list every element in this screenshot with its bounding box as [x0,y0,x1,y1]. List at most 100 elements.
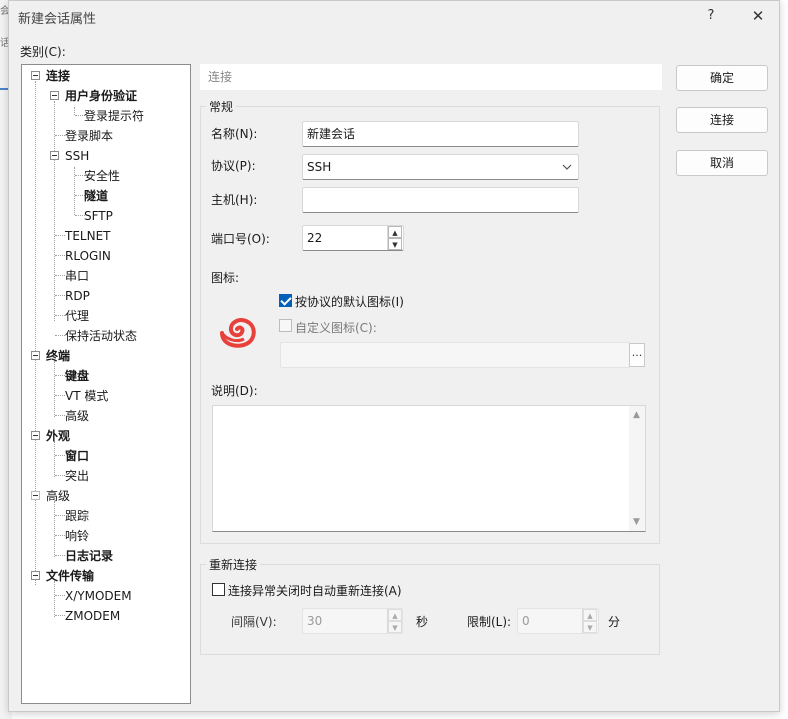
tree-item-login-prompt[interactable]: 登录提示符 [84,107,144,125]
tree-line [74,107,75,115]
port-label: 端口号(O): [211,232,270,246]
tree-collapse-icon[interactable] [31,351,40,360]
swirl-logo-icon [218,315,260,351]
section-title: 连接 [200,64,662,90]
tree-collapse-icon[interactable] [31,571,40,580]
general-group-title: 常规 [206,98,237,115]
tree-line [55,295,65,296]
tree-item-vt-mode[interactable]: VT 模式 [65,387,108,405]
interval-unit: 秒 [416,615,429,629]
interval-spinner[interactable]: ▲ ▼ [387,609,402,633]
tree-line [55,455,65,456]
cancel-button[interactable]: 取消 [676,150,768,176]
tree-item-trace[interactable]: 跟踪 [65,507,89,525]
limit-label: 限制(L): [467,615,512,629]
tree-line [55,255,65,256]
scroll-up-icon[interactable]: ▲ [633,410,640,420]
custom-icon-checkbox[interactable] [279,319,292,332]
tree-line [54,501,55,557]
spin-down-icon[interactable]: ▼ [388,238,402,250]
tree-line [55,615,65,616]
tree-item-advanced[interactable]: 高级 [46,487,70,505]
tree-item-appearance[interactable]: 外观 [46,427,70,445]
tree-item-telnet[interactable]: TELNET [65,227,111,245]
tree-collapse-icon[interactable] [31,71,40,80]
browse-button[interactable]: ... [629,343,645,367]
limit-spinner[interactable]: ▲ ▼ [582,609,597,633]
reconnect-group-title: 重新连接 [206,556,261,573]
tree-collapse-icon[interactable] [31,491,40,500]
tree-collapse-icon[interactable] [50,151,59,160]
tree-line [54,581,55,617]
limit-value: 0 [522,614,530,628]
custom-icon-path-input[interactable] [280,342,630,368]
tree-item-login-script[interactable]: 登录脚本 [65,127,113,145]
session-properties-dialog: 新建会话属性 ? ✕ 类别(C): 连接 用户身份验证 登录提示符 登录脚本 S… [8,0,780,712]
name-input[interactable]: 新建会话 [302,121,579,147]
spin-down-icon[interactable]: ▼ [388,621,402,633]
tree-line [55,555,65,556]
interval-label: 间隔(V): [231,615,277,629]
tree-item-file-transfer[interactable]: 文件传输 [46,567,94,585]
auto-reconnect-checkbox[interactable] [212,583,225,596]
description-label: 说明(D): [211,384,258,398]
connect-button[interactable]: 连接 [676,107,768,133]
close-button[interactable]: ✕ [745,4,771,28]
interval-value: 30 [307,614,323,628]
tree-line [55,595,65,596]
tree-item-rlogin[interactable]: RLOGIN [65,247,111,265]
tree-item-xymodem[interactable]: X/YMODEM [65,587,132,605]
tree-item-keepalive[interactable]: 保持活动状态 [65,327,137,345]
tree-item-serial[interactable]: 串口 [65,267,89,285]
tree-line [55,515,65,516]
spin-up-icon[interactable]: ▲ [583,609,597,621]
description-scrollbar[interactable]: ▲ ▼ [629,406,645,531]
title-bar[interactable]: 新建会话属性 ? ✕ [9,1,779,31]
tree-collapse-icon[interactable] [50,91,59,100]
help-button[interactable]: ? [699,4,723,28]
tree-item-sftp[interactable]: SFTP [84,207,113,225]
scroll-down-icon[interactable]: ▼ [633,517,640,527]
tree-item-terminal-advanced[interactable]: 高级 [65,407,89,425]
tree-line [55,235,65,236]
tree-line [55,415,65,416]
tree-line [55,375,65,376]
port-spinner[interactable]: ▲ ▼ [387,226,402,250]
tree-line [54,101,55,321]
protocol-select[interactable]: SSH [302,154,579,180]
spin-up-icon[interactable]: ▲ [388,609,402,621]
default-icon-label: 按协议的默认图标(I) [295,295,404,309]
host-label: 主机(H): [211,193,258,207]
tree-item-window[interactable]: 窗口 [65,447,89,465]
tree-item-keyboard[interactable]: 键盘 [65,367,89,385]
tree-item-highlight[interactable]: 突出 [65,467,89,485]
tree-item-zmodem[interactable]: ZMODEM [65,607,120,625]
tree-collapse-icon[interactable] [31,431,40,440]
tree-item-connection[interactable]: 连接 [46,67,70,85]
tree-item-security[interactable]: 安全性 [84,167,120,185]
spin-down-icon[interactable]: ▼ [583,621,597,633]
category-tree[interactable]: 连接 用户身份验证 登录提示符 登录脚本 SSH 安全性 隧道 SFTP TEL… [21,64,191,704]
spin-up-icon[interactable]: ▲ [388,226,402,238]
ok-button[interactable]: 确定 [676,65,768,91]
tree-line [54,441,55,477]
tree-item-user-auth[interactable]: 用户身份验证 [65,87,137,105]
auto-reconnect-label: 连接异常关闭时自动重新连接(A) [228,584,402,598]
default-icon-checkbox[interactable] [279,294,292,307]
tree-line [55,335,65,336]
limit-unit: 分 [608,615,621,629]
tree-line [55,315,65,316]
tree-item-bell[interactable]: 响铃 [65,527,89,545]
tree-item-rdp[interactable]: RDP [65,287,90,305]
tree-item-terminal[interactable]: 终端 [46,347,70,365]
window-title: 新建会话属性 [18,12,97,27]
tree-item-logging[interactable]: 日志记录 [65,547,113,565]
tree-item-tunnel[interactable]: 隧道 [84,187,108,205]
name-label: 名称(N): [211,127,258,141]
tree-item-ssh[interactable]: SSH [65,147,89,165]
description-textarea[interactable]: ▲ ▼ [212,405,646,532]
tree-line [55,475,65,476]
host-input[interactable] [302,187,579,213]
tree-item-proxy[interactable]: 代理 [65,307,89,325]
tree-line [55,535,65,536]
